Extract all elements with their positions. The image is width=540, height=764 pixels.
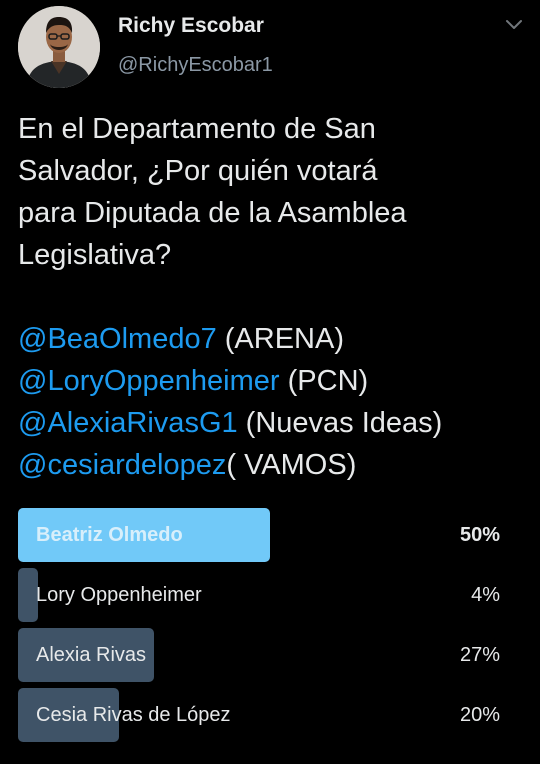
mention-link[interactable]: @BeaOlmedo7 xyxy=(18,323,217,355)
poll-option-label: Cesia Rivas de López xyxy=(36,704,231,726)
chevron-down-icon[interactable] xyxy=(504,18,524,32)
paragraph-break xyxy=(18,276,528,318)
profile-photo-icon xyxy=(18,6,100,88)
mention-line: @BeaOlmedo7 (ARENA) xyxy=(18,318,528,360)
poll-option-percent: 50% xyxy=(459,524,500,546)
poll-option-percent: 27% xyxy=(459,644,500,666)
tweet-line: En el Departamento de San xyxy=(18,113,376,145)
poll-option: Beatriz Olmedo 50% xyxy=(18,508,510,562)
poll-footer-cropped xyxy=(18,752,268,764)
tweet-text: En el Departamento de San Salvador, ¿Por… xyxy=(18,108,528,486)
poll-option-label: Lory Oppenheimer xyxy=(36,584,202,606)
mention-line: @AlexiaRivasG1 (Nuevas Ideas) xyxy=(18,402,528,444)
mention-link[interactable]: @LoryOppenheimer xyxy=(18,365,280,397)
mention-line: @cesiardelopez( VAMOS) xyxy=(18,444,528,486)
tweet-line: Legislativa? xyxy=(18,239,172,271)
poll-option-percent: 4% xyxy=(471,584,500,606)
mention-line: @LoryOppenheimer (PCN) xyxy=(18,360,528,402)
poll-option-label: Beatriz Olmedo xyxy=(36,524,183,546)
poll-option-percent: 20% xyxy=(459,704,500,726)
poll-option: Lory Oppenheimer 4% xyxy=(18,568,510,622)
tweet-line: Salvador, ¿Por quién votará xyxy=(18,155,378,187)
party-label: (ARENA) xyxy=(216,323,345,355)
poll-bar xyxy=(18,568,38,622)
party-label: (Nuevas Ideas) xyxy=(237,407,443,439)
poll-option: Cesia Rivas de López 20% xyxy=(18,688,510,742)
author-handle[interactable]: @RichyEscobar1 xyxy=(118,54,273,77)
party-label: (PCN) xyxy=(279,365,369,397)
mention-link[interactable]: @cesiardelopez xyxy=(18,449,226,481)
mention-link[interactable]: @AlexiaRivasG1 xyxy=(18,407,238,439)
poll-option: Alexia Rivas 27% xyxy=(18,628,510,682)
avatar[interactable] xyxy=(18,6,100,88)
party-label: ( VAMOS) xyxy=(226,449,357,481)
tweet-line: para Diputada de la Asamblea xyxy=(18,197,407,229)
poll-option-label: Alexia Rivas xyxy=(36,644,147,666)
author-name[interactable]: Richy Escobar xyxy=(118,14,264,38)
